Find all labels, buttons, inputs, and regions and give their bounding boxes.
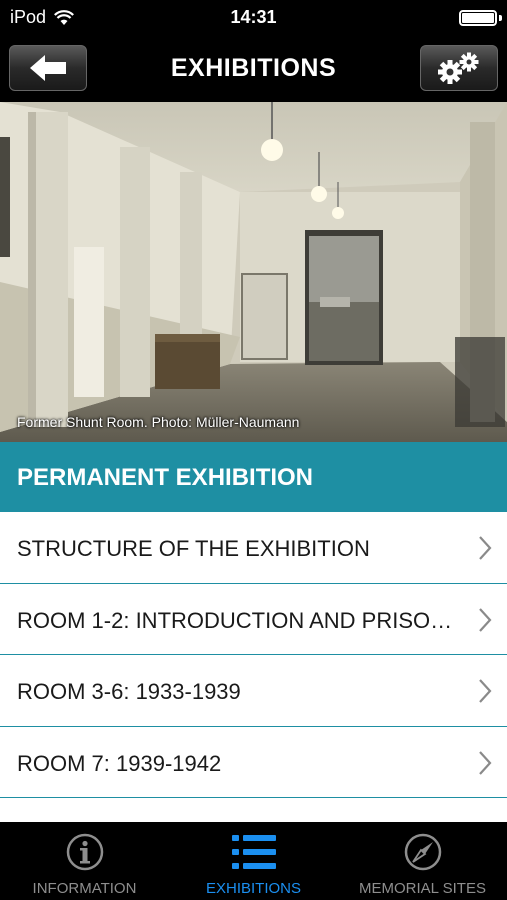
tab-label: MEMORIAL SITES xyxy=(359,880,486,897)
section-header: PERMANENT EXHIBITION xyxy=(0,442,507,512)
list-icon xyxy=(231,835,276,869)
battery-level xyxy=(462,13,494,23)
list-item-label: ROOM 3-6: 1933-1939 xyxy=(17,679,241,704)
battery-tip xyxy=(499,15,502,21)
list-item[interactable]: ROOM 3-6: 1933-1939 xyxy=(0,655,507,727)
chevron-right-icon xyxy=(479,607,492,632)
status-time: 14:31 xyxy=(230,7,277,27)
list-item[interactable]: STRUCTURE OF THE EXHIBITION xyxy=(0,512,507,584)
tab-information[interactable]: INFORMATION xyxy=(0,822,169,900)
gears-icon xyxy=(438,52,479,84)
section-title: PERMANENT EXHIBITION xyxy=(17,464,314,491)
list-item-label: ROOM 1-2: INTRODUCTION AND PRISONERS xyxy=(17,607,457,633)
settings-button[interactable] xyxy=(420,45,498,91)
chevron-right-icon xyxy=(479,679,492,703)
tab-bar: INFORMATION EXHIBITIONS MEMORIAL SITES xyxy=(0,822,507,900)
chevron-right-icon xyxy=(479,750,492,775)
compass-icon xyxy=(404,833,441,871)
exhibition-list: STRUCTURE OF THE EXHIBITION ROOM 1-2: IN… xyxy=(0,512,507,822)
list-item[interactable]: ROOM 1-2: INTRODUCTION AND PRISONERS xyxy=(0,583,507,655)
tab-label: EXHIBITIONS xyxy=(205,880,302,897)
photo-caption: Former Shunt Room. Photo: Müller-Naumann xyxy=(17,414,300,430)
hero-image: Former Shunt Room. Photo: Müller-Naumann xyxy=(0,102,507,442)
list-item-label: ROOM 7: 1939-1942 xyxy=(17,750,222,776)
list-item-label: STRUCTURE OF THE EXHIBITION xyxy=(17,536,370,561)
list-item[interactable]: ROOM 7: 1939-1942 xyxy=(0,726,507,798)
navigation-bar: EXHIBITIONS xyxy=(0,34,507,102)
chevron-right-icon xyxy=(479,536,492,560)
tab-label: INFORMATION xyxy=(32,880,137,897)
tab-exhibitions[interactable]: EXHIBITIONS xyxy=(169,822,338,900)
battery-icon xyxy=(459,10,497,26)
list-item[interactable] xyxy=(0,798,507,822)
info-icon xyxy=(66,833,103,871)
status-bar: iPod 14:31 xyxy=(0,0,507,34)
corridor-photo xyxy=(0,102,507,442)
tab-memorial-sites[interactable]: MEMORIAL SITES xyxy=(338,822,507,900)
